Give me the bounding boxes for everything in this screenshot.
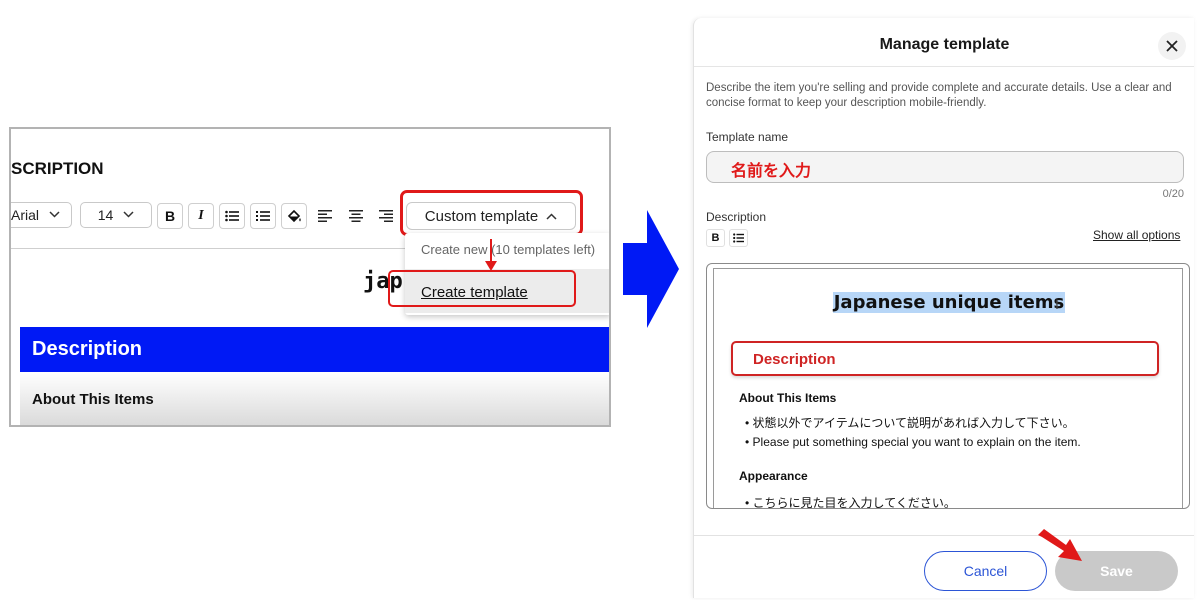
bullet-list-icon	[733, 233, 744, 243]
align-center-icon	[349, 210, 363, 222]
list-item: • 状態以外でアイテムについて説明があれば入力して下さい。	[745, 416, 1075, 430]
left-editor-panel: SCRIPTION Arial 14 B I Custom template j…	[9, 127, 611, 427]
editor-about-heading: About This Items	[739, 391, 837, 405]
editor-appearance-heading: Appearance	[739, 469, 808, 483]
editor-title-text: Japanese unique items	[832, 292, 1066, 313]
numbered-list-button[interactable]	[250, 203, 276, 229]
bold-button[interactable]: B	[157, 203, 183, 229]
editor-title: Japanese unique items	[714, 292, 1182, 313]
bullet-list-button[interactable]	[219, 203, 245, 229]
modal-footer-divider	[694, 535, 1194, 536]
text-cursor-icon: I	[1055, 296, 1059, 312]
character-counter: 0/20	[1162, 188, 1184, 200]
bold-button[interactable]: B	[706, 229, 725, 247]
description-editor-content: Japanese unique items I Description Abou…	[713, 268, 1183, 509]
red-arrow-down-icon	[485, 239, 497, 271]
font-family-select[interactable]: Arial	[11, 202, 72, 228]
font-family-value: Arial	[11, 207, 40, 223]
chevron-down-icon	[49, 209, 60, 221]
bullet-list-button[interactable]	[729, 229, 748, 247]
cancel-button[interactable]: Cancel	[924, 551, 1047, 591]
fill-color-icon	[287, 209, 301, 223]
description-editor[interactable]: Japanese unique items I Description Abou…	[706, 263, 1190, 509]
modal-intro-text: Describe the item you're selling and pro…	[706, 82, 1172, 109]
font-size-select[interactable]: 14	[80, 202, 152, 228]
bold-icon: B	[711, 232, 720, 244]
chevron-down-icon	[123, 209, 134, 221]
list-item: • こちらに見た目を入力してください。	[745, 496, 956, 509]
close-icon	[1166, 40, 1178, 52]
align-left-icon	[318, 210, 332, 222]
close-button[interactable]	[1158, 32, 1186, 60]
align-right-button[interactable]	[373, 203, 399, 229]
template-name-input[interactable]: 名前を入力	[706, 151, 1184, 183]
font-size-value: 14	[97, 207, 114, 223]
fill-color-button[interactable]	[281, 203, 307, 229]
custom-template-highlight	[400, 190, 583, 236]
description-banner: Description	[20, 327, 609, 372]
italic-button[interactable]: I	[188, 203, 214, 229]
align-right-icon	[379, 210, 393, 222]
show-all-options-link[interactable]: Show all options	[1093, 228, 1180, 242]
blue-arrow-right-icon	[623, 210, 679, 328]
bold-icon: B	[164, 208, 176, 224]
italic-icon: I	[198, 208, 204, 223]
description-heading: SCRIPTION	[11, 159, 104, 178]
templates-left-note: Create new (10 templates left)	[421, 242, 596, 257]
description-label: Description	[706, 210, 767, 224]
numbered-list-icon	[256, 211, 270, 221]
align-center-button[interactable]	[343, 203, 369, 229]
editor-description-box: Description	[731, 341, 1159, 376]
create-template-highlight	[388, 270, 576, 307]
red-arrow-pointer-icon	[1038, 529, 1082, 561]
list-item: • Please put something special you want …	[745, 435, 1081, 449]
bullet-list-icon	[225, 210, 239, 222]
modal-title: Manage template	[879, 36, 1010, 53]
align-left-button[interactable]	[312, 203, 338, 229]
about-items-heading: About This Items	[20, 372, 609, 425]
modal-header-divider	[694, 66, 1194, 67]
template-name-label: Template name	[706, 130, 789, 144]
manage-template-modal: Manage template Describe the item you're…	[693, 18, 1194, 598]
